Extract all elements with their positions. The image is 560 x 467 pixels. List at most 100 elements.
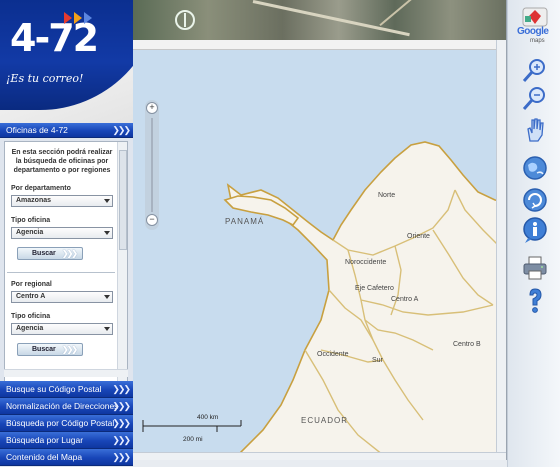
offices-panel: Oficinas de 4-72 ❯❯❯ En esta sección pod… (0, 123, 133, 467)
office-type-select-1-value: Agencia (16, 229, 44, 236)
regional-label: Por regional (11, 281, 52, 288)
search-button-label: Buscar (32, 346, 56, 353)
maps-wordmark: maps (530, 38, 545, 44)
compass-icon (175, 10, 195, 30)
office-type-select-2[interactable]: Agencia (11, 323, 113, 335)
chevrons-icon: ❯❯❯ (61, 345, 78, 354)
search-button-regional[interactable]: Buscar ❯❯❯ (17, 343, 83, 356)
map-vertical-scrollbar[interactable] (496, 40, 506, 452)
print-tool[interactable] (521, 254, 549, 282)
zoom-out-tool[interactable] (521, 84, 549, 112)
country-label-ecuador: ECUADOR (301, 416, 349, 425)
office-type-label-1: Tipo oficina (11, 217, 51, 224)
chevron-down-icon (104, 231, 110, 235)
menu-item-label: Contenido del Mapa (6, 452, 83, 462)
chevron-down-icon (104, 199, 110, 203)
search-button-department[interactable]: Buscar ❯❯❯ (17, 247, 83, 260)
menu-item-search-by-place[interactable]: Búsqueda por Lugar ❯❯❯ (0, 432, 133, 449)
menu-item-label: Normalización de Direcciones (6, 401, 119, 411)
department-select[interactable]: Amazonas (11, 195, 113, 207)
form-vertical-scrollbar[interactable] (117, 142, 127, 392)
chevrons-icon: ❯❯❯ (112, 418, 131, 428)
region-label-norte: Norte (378, 192, 396, 199)
office-search-form: En esta sección podrá realizar la búsque… (4, 141, 128, 393)
menu-item-label: Búsqueda por Código Postal (6, 418, 115, 428)
reload-tool[interactable] (521, 186, 549, 214)
country-label-panama: PANAMÁ (225, 217, 265, 226)
menu-item-address-normalization[interactable]: Normalización de Direcciones ❯❯❯ (0, 398, 133, 415)
scale-bar: 400 km 200 mi (141, 414, 251, 446)
office-type-select-1[interactable]: Agencia (11, 227, 113, 239)
satellite-road (379, 0, 427, 27)
logo-chevron-blue (84, 12, 92, 24)
zoom-out-button[interactable]: − (146, 214, 158, 226)
region-label-sur: Sur (372, 357, 383, 364)
menu-item-map-contents[interactable]: Contenido del Mapa ❯❯❯ (0, 449, 133, 466)
department-label: Por departamento (11, 185, 71, 192)
chevrons-icon: ❯❯❯ (112, 435, 131, 445)
chevrons-icon: ❯❯❯ (112, 401, 131, 411)
map-tile-seam (133, 40, 506, 50)
scrollbar-thumb[interactable] (119, 150, 127, 250)
pan-tool[interactable] (521, 115, 549, 143)
map-toolbar: Google maps (507, 0, 560, 467)
map-pin-icon (522, 7, 548, 27)
globe-tool[interactable] (521, 154, 549, 182)
chevrons-icon: ❯❯❯ (112, 125, 131, 135)
help-tool[interactable] (521, 286, 549, 314)
offices-panel-title: Oficinas de 4-72 (6, 125, 68, 135)
google-maps-logo[interactable]: Google maps (515, 6, 555, 46)
app-window: 4-72 ¡Es tu correo! Oficinas de 4-72 ❯❯❯… (0, 0, 560, 467)
menu-item-label: Busque su Código Postal (6, 384, 102, 394)
info-tool[interactable] (521, 216, 549, 244)
zoom-in-icon (522, 59, 545, 82)
chevrons-icon: ❯❯❯ (112, 384, 131, 394)
zoom-out-icon (522, 87, 545, 110)
search-button-label: Buscar (32, 250, 56, 257)
regional-select-value: Centro A (16, 293, 46, 300)
regional-select[interactable]: Centro A (11, 291, 113, 303)
zoom-slider-track[interactable] (151, 118, 153, 212)
office-type-label-2: Tipo oficina (11, 313, 51, 320)
region-label-noroccidente: Noroccidente (345, 259, 387, 266)
refresh-globe-icon (523, 188, 547, 212)
menu-item-postal-code[interactable]: Busque su Código Postal ❯❯❯ (0, 381, 133, 398)
globe-icon (523, 156, 547, 180)
logo-number: 4-72 (10, 16, 99, 60)
office-type-select-2-value: Agencia (16, 325, 44, 332)
print-icon (523, 256, 547, 280)
offices-panel-header[interactable]: Oficinas de 4-72 ❯❯❯ (0, 123, 133, 138)
form-horizontal-scrollbar[interactable] (4, 369, 128, 377)
region-label-centro-a: Centro A (391, 296, 419, 303)
brand-logo: 4-72 ¡Es tu correo! (0, 0, 133, 123)
region-label-centro-b: Centro B (453, 341, 481, 348)
department-select-value: Amazonas (16, 197, 52, 204)
chevron-down-icon (104, 327, 110, 331)
form-intro-text: En esta sección podrá realizar la búsque… (11, 149, 113, 174)
map-horizontal-scrollbar[interactable] (133, 452, 506, 460)
region-label-oriente: Oriente (407, 233, 430, 240)
scale-km-label: 400 km (197, 414, 219, 421)
pan-hand-icon (527, 118, 544, 142)
zoom-in-button[interactable]: + (146, 102, 158, 114)
logo-slogan: ¡Es tu correo! (6, 72, 84, 85)
form-divider (7, 272, 115, 273)
colombia-region-map (223, 141, 506, 460)
google-wordmark: Google (517, 26, 549, 37)
scale-mi-label: 200 mi (183, 436, 203, 443)
zoom-slider[interactable]: + − (145, 100, 159, 230)
chevrons-icon: ❯❯❯ (61, 249, 78, 258)
menu-item-label: Búsqueda por Lugar (6, 435, 84, 445)
zoom-in-tool[interactable] (521, 56, 549, 84)
satellite-strip (133, 0, 506, 40)
region-label-eje-cafetero: Eje Cafetero (355, 285, 394, 292)
chevrons-icon: ❯❯❯ (112, 452, 131, 462)
map-view[interactable]: PANAMÁ ECUADOR Norte Oriente Noroccident… (133, 0, 507, 460)
info-icon (523, 217, 547, 243)
region-label-occidente: Occidente (317, 351, 349, 358)
chevron-down-icon (104, 295, 110, 299)
logo-chevron-orange (74, 12, 82, 24)
help-icon (529, 288, 542, 313)
logo-chevron-red (64, 12, 72, 24)
menu-item-search-by-postal-code[interactable]: Búsqueda por Código Postal ❯❯❯ (0, 415, 133, 432)
